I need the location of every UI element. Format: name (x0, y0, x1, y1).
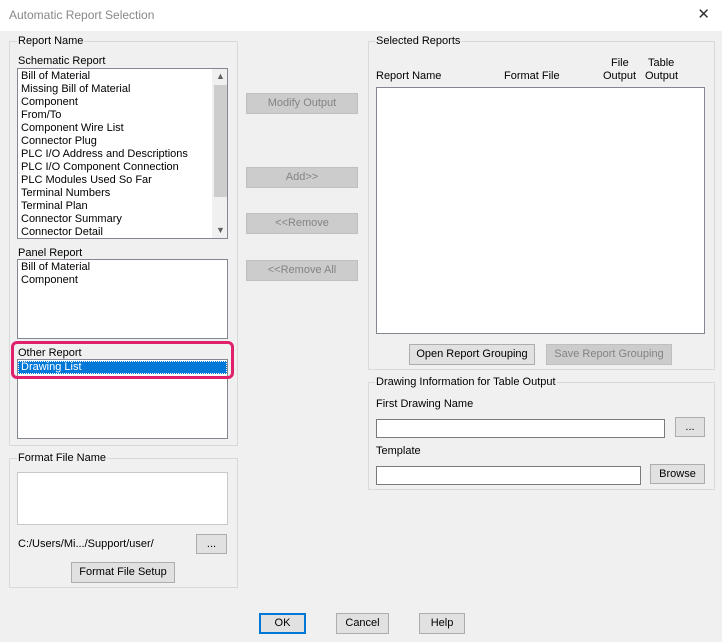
close-icon[interactable]: ✕ (697, 5, 710, 23)
list-item[interactable]: PLC I/O Address and Descriptions (18, 148, 213, 161)
open-report-grouping-button[interactable]: Open Report Grouping (409, 344, 535, 365)
highlight-annotation (11, 341, 234, 379)
template-input[interactable] (376, 466, 641, 485)
format-file-path: C:/Users/Mi.../Support/user/ (18, 538, 154, 550)
first-drawing-browse-button[interactable]: ... (675, 417, 705, 437)
list-item[interactable]: Connector Plug (18, 135, 213, 148)
selected-reports-list[interactable] (376, 87, 705, 334)
list-item[interactable]: Missing Bill of Material (18, 83, 213, 96)
drawing-info-label: Drawing Information for Table Output (375, 376, 557, 388)
list-item[interactable]: Component Wire List (18, 122, 213, 135)
window-title: Automatic Report Selection (9, 8, 155, 22)
column-file-output-line2: Output (603, 70, 637, 82)
column-format-file: Format File (504, 70, 560, 82)
column-table-output-line1: Table (648, 57, 675, 69)
column-table-output-line2: Output (645, 70, 679, 82)
list-item[interactable]: From/To (18, 109, 213, 122)
help-button[interactable]: Help (419, 613, 465, 634)
cancel-button[interactable]: Cancel (336, 613, 389, 634)
list-item[interactable]: Terminal Numbers (18, 187, 213, 200)
save-report-grouping-button[interactable]: Save Report Grouping (546, 344, 672, 365)
format-file-box[interactable] (17, 472, 228, 525)
list-item[interactable]: Bill of Material (18, 70, 213, 83)
schematic-report-list[interactable]: Bill of Material Missing Bill of Material… (17, 68, 228, 239)
format-file-browse-button[interactable]: ... (196, 534, 227, 554)
report-name-label: Report Name (17, 35, 85, 47)
list-item[interactable]: Terminal Plan (18, 200, 213, 213)
ok-button[interactable]: OK (259, 613, 306, 634)
column-file-output-line1: File (611, 57, 629, 69)
schematic-report-label: Schematic Report (18, 55, 106, 67)
remove-button[interactable]: <<Remove (246, 213, 358, 234)
title-bar: Automatic Report Selection ✕ (0, 0, 722, 31)
list-item[interactable]: Connector Summary (18, 213, 213, 226)
template-browse-button[interactable]: Browse (650, 464, 705, 484)
column-report-name: Report Name (376, 70, 442, 82)
vertical-scrollbar[interactable]: ▲ ▼ (212, 69, 227, 238)
list-item[interactable]: PLC I/O Component Connection (18, 161, 213, 174)
scroll-down-icon[interactable]: ▼ (213, 223, 227, 238)
modify-output-button[interactable]: Modify Output (246, 93, 358, 114)
first-drawing-label: First Drawing Name (376, 398, 474, 410)
list-item[interactable]: PLC Modules Used So Far (18, 174, 213, 187)
first-drawing-input[interactable] (376, 419, 665, 438)
remove-all-button[interactable]: <<Remove All (246, 260, 358, 281)
list-item[interactable]: Bill of Material (18, 261, 227, 274)
scroll-thumb[interactable] (214, 85, 227, 197)
selected-reports-label: Selected Reports (375, 35, 462, 47)
format-file-setup-button[interactable]: Format File Setup (71, 562, 175, 583)
panel-report-list[interactable]: Bill of Material Component (17, 259, 228, 339)
format-file-label: Format File Name (17, 452, 108, 464)
list-item[interactable]: Connector Detail (18, 226, 213, 238)
scroll-up-icon[interactable]: ▲ (213, 69, 227, 84)
add-button[interactable]: Add>> (246, 167, 358, 188)
list-item[interactable]: Component (18, 96, 213, 109)
list-item[interactable]: Component (18, 274, 227, 287)
panel-report-label: Panel Report (18, 247, 83, 259)
template-label: Template (376, 445, 421, 457)
